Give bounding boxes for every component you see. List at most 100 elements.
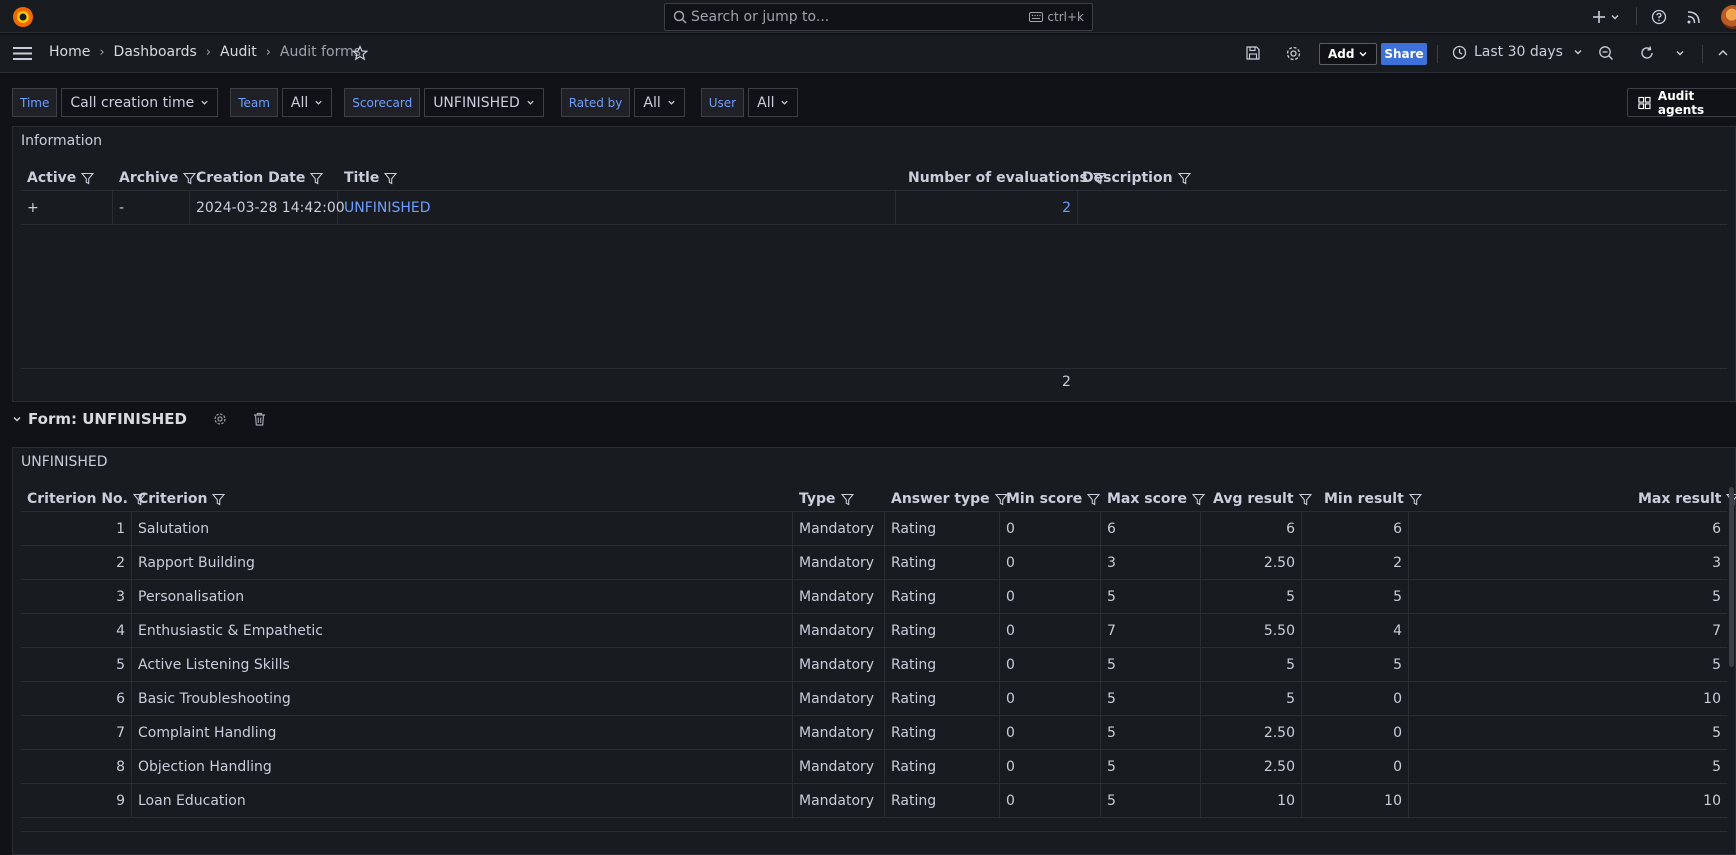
cell-max-result: 5 (1712, 724, 1721, 741)
column-header-label: Min result (1324, 491, 1404, 507)
column-header-type[interactable]: Type (799, 491, 854, 507)
column-header-min-result[interactable]: Min result (1324, 491, 1422, 507)
table-row[interactable]: 5 Active Listening Skills Mandatory Rati… (21, 648, 1727, 682)
share-button[interactable]: Share (1381, 43, 1427, 65)
cell-criterion-no: 1 (21, 512, 132, 545)
grafana-logo-icon[interactable] (11, 5, 35, 29)
column-header-label: Min score (1006, 491, 1083, 507)
cell-max-score: 5 (1101, 648, 1201, 681)
cell-archive: - (113, 191, 190, 224)
search-shortcut: ctrl+k (1029, 10, 1084, 24)
column-header-criterion-no[interactable]: Criterion No. (27, 491, 146, 507)
breadcrumb-home[interactable]: Home (49, 44, 90, 60)
add-button-label: Add (1328, 47, 1355, 61)
cell-min-result: 0 (1302, 750, 1409, 783)
table-row[interactable]: 9 Loan Education Mandatory Rating 0 5 10… (21, 784, 1727, 818)
cell-min-score: 0 (1000, 784, 1101, 817)
column-header-archive[interactable]: Archive (119, 170, 197, 186)
cell-avg-result: 2.50 (1201, 546, 1302, 579)
refresh-interval-chevron-icon[interactable] (1675, 48, 1685, 58)
column-header-max-score[interactable]: Max score (1107, 491, 1205, 507)
search-icon (673, 10, 687, 24)
cell-evaluations-link[interactable]: 2 (896, 191, 1078, 224)
variable-select-time[interactable]: Call creation time (61, 88, 219, 117)
column-header-number-of-evaluations[interactable]: Number of evaluations (908, 170, 1106, 186)
news-feed-icon[interactable] (1686, 0, 1702, 33)
table-row[interactable]: 6 Basic Troubleshooting Mandatory Rating… (21, 682, 1727, 716)
table-row[interactable]: 1 Salutation Mandatory Rating 0 6 6 6 6 (21, 512, 1727, 546)
table-row[interactable]: 3 Personalisation Mandatory Rating 0 5 5… (21, 580, 1727, 614)
dashboard-row-header[interactable]: Form: UNFINISHED (12, 410, 266, 428)
table-row[interactable]: 8 Objection Handling Mandatory Rating 0 … (21, 750, 1727, 784)
column-header-label: Type (799, 491, 836, 507)
column-header-criterion[interactable]: Criterion (138, 491, 226, 507)
star-icon[interactable] (352, 45, 368, 61)
new-menu-button[interactable] (1592, 0, 1620, 33)
time-range-picker[interactable]: Last 30 days (1452, 44, 1583, 60)
cell-avg-result: 5 (1201, 682, 1302, 715)
variable-label-rated-by: Rated by (560, 88, 631, 117)
variable-label-time: Time (12, 88, 58, 117)
column-header-label: Criterion No. (27, 491, 128, 507)
settings-gear-icon[interactable] (1285, 45, 1302, 62)
column-header-label: Criterion (138, 491, 208, 507)
cell-criterion: Personalisation (132, 580, 793, 613)
footer-divider (21, 368, 1727, 369)
cell-avg-result: 5 (1201, 648, 1302, 681)
cell-min-score: 0 (1000, 750, 1101, 783)
panel-title: UNFINISHED (21, 454, 108, 470)
table-row[interactable]: + - 2024-03-28 14:42:00 UNFINISHED 2 (21, 191, 1727, 225)
search-input[interactable]: Search or jump to... ctrl+k (664, 3, 1093, 31)
cell-criterion: Active Listening Skills (132, 648, 793, 681)
cell-min-result: 4 (1302, 614, 1409, 647)
cell-max-score: 5 (1101, 682, 1201, 715)
breadcrumb-dashboards[interactable]: Dashboards (114, 44, 197, 60)
variable-select-team[interactable]: All (281, 88, 333, 117)
help-icon[interactable] (1651, 0, 1667, 33)
menu-icon[interactable] (13, 46, 32, 61)
refresh-icon[interactable] (1639, 45, 1655, 61)
cell-title-link[interactable]: UNFINISHED (338, 191, 896, 224)
filter-icon (1191, 493, 1205, 505)
collapse-chevron-up-icon[interactable] (1717, 47, 1729, 59)
variable-label-scorecard: Scorecard (344, 88, 421, 117)
column-header-label: Title (344, 170, 380, 186)
breadcrumb-audit[interactable]: Audit (220, 44, 257, 60)
column-header-active[interactable]: Active (27, 170, 95, 186)
column-header-label: Description (1082, 170, 1173, 186)
column-header-max-result[interactable]: Max result (1638, 491, 1736, 507)
cell-type: Mandatory (793, 682, 885, 715)
cell-max-score: 7 (1101, 614, 1201, 647)
table-scrollbar[interactable] (1729, 487, 1734, 667)
audit-agents-button[interactable]: Audit agents (1627, 88, 1736, 117)
filter-icon (310, 172, 324, 184)
cell-answer-type: Rating (885, 580, 1000, 613)
column-header-description[interactable]: Description (1082, 170, 1191, 186)
column-header-title[interactable]: Title (344, 170, 398, 186)
variable-value: All (643, 94, 661, 111)
cell-min-result: 5 (1302, 648, 1409, 681)
filter-icon (840, 493, 854, 505)
table-row[interactable]: 7 Complaint Handling Mandatory Rating 0 … (21, 716, 1727, 750)
zoom-out-icon[interactable] (1598, 45, 1614, 61)
table-row[interactable]: 2 Rapport Building Mandatory Rating 0 3 … (21, 546, 1727, 580)
column-header-avg-result[interactable]: Avg result (1213, 491, 1312, 507)
variable-value: Call creation time (70, 94, 195, 111)
add-button[interactable]: Add (1319, 43, 1378, 65)
column-header-min-score[interactable]: Min score (1006, 491, 1101, 507)
information-panel: Information Active Archive Creation Date… (12, 126, 1736, 402)
cell-min-score: 0 (1000, 614, 1101, 647)
save-icon[interactable] (1245, 45, 1261, 61)
column-header-answer-type[interactable]: Answer type (891, 491, 1008, 507)
variable-select-user[interactable]: All (748, 88, 799, 117)
cell-max-result: 6 (1712, 520, 1721, 537)
chevron-down-icon (668, 100, 675, 105)
user-avatar[interactable] (1721, 5, 1736, 29)
column-header-creation-date[interactable]: Creation Date (196, 170, 324, 186)
variable-select-scorecard[interactable]: UNFINISHED (424, 88, 544, 117)
cell-min-score: 0 (1000, 546, 1101, 579)
variable-select-rated-by[interactable]: All (634, 88, 685, 117)
filter-icon (212, 493, 226, 505)
cell-min-result: 0 (1302, 682, 1409, 715)
table-row[interactable]: 4 Enthusiastic & Empathetic Mandatory Ra… (21, 614, 1727, 648)
